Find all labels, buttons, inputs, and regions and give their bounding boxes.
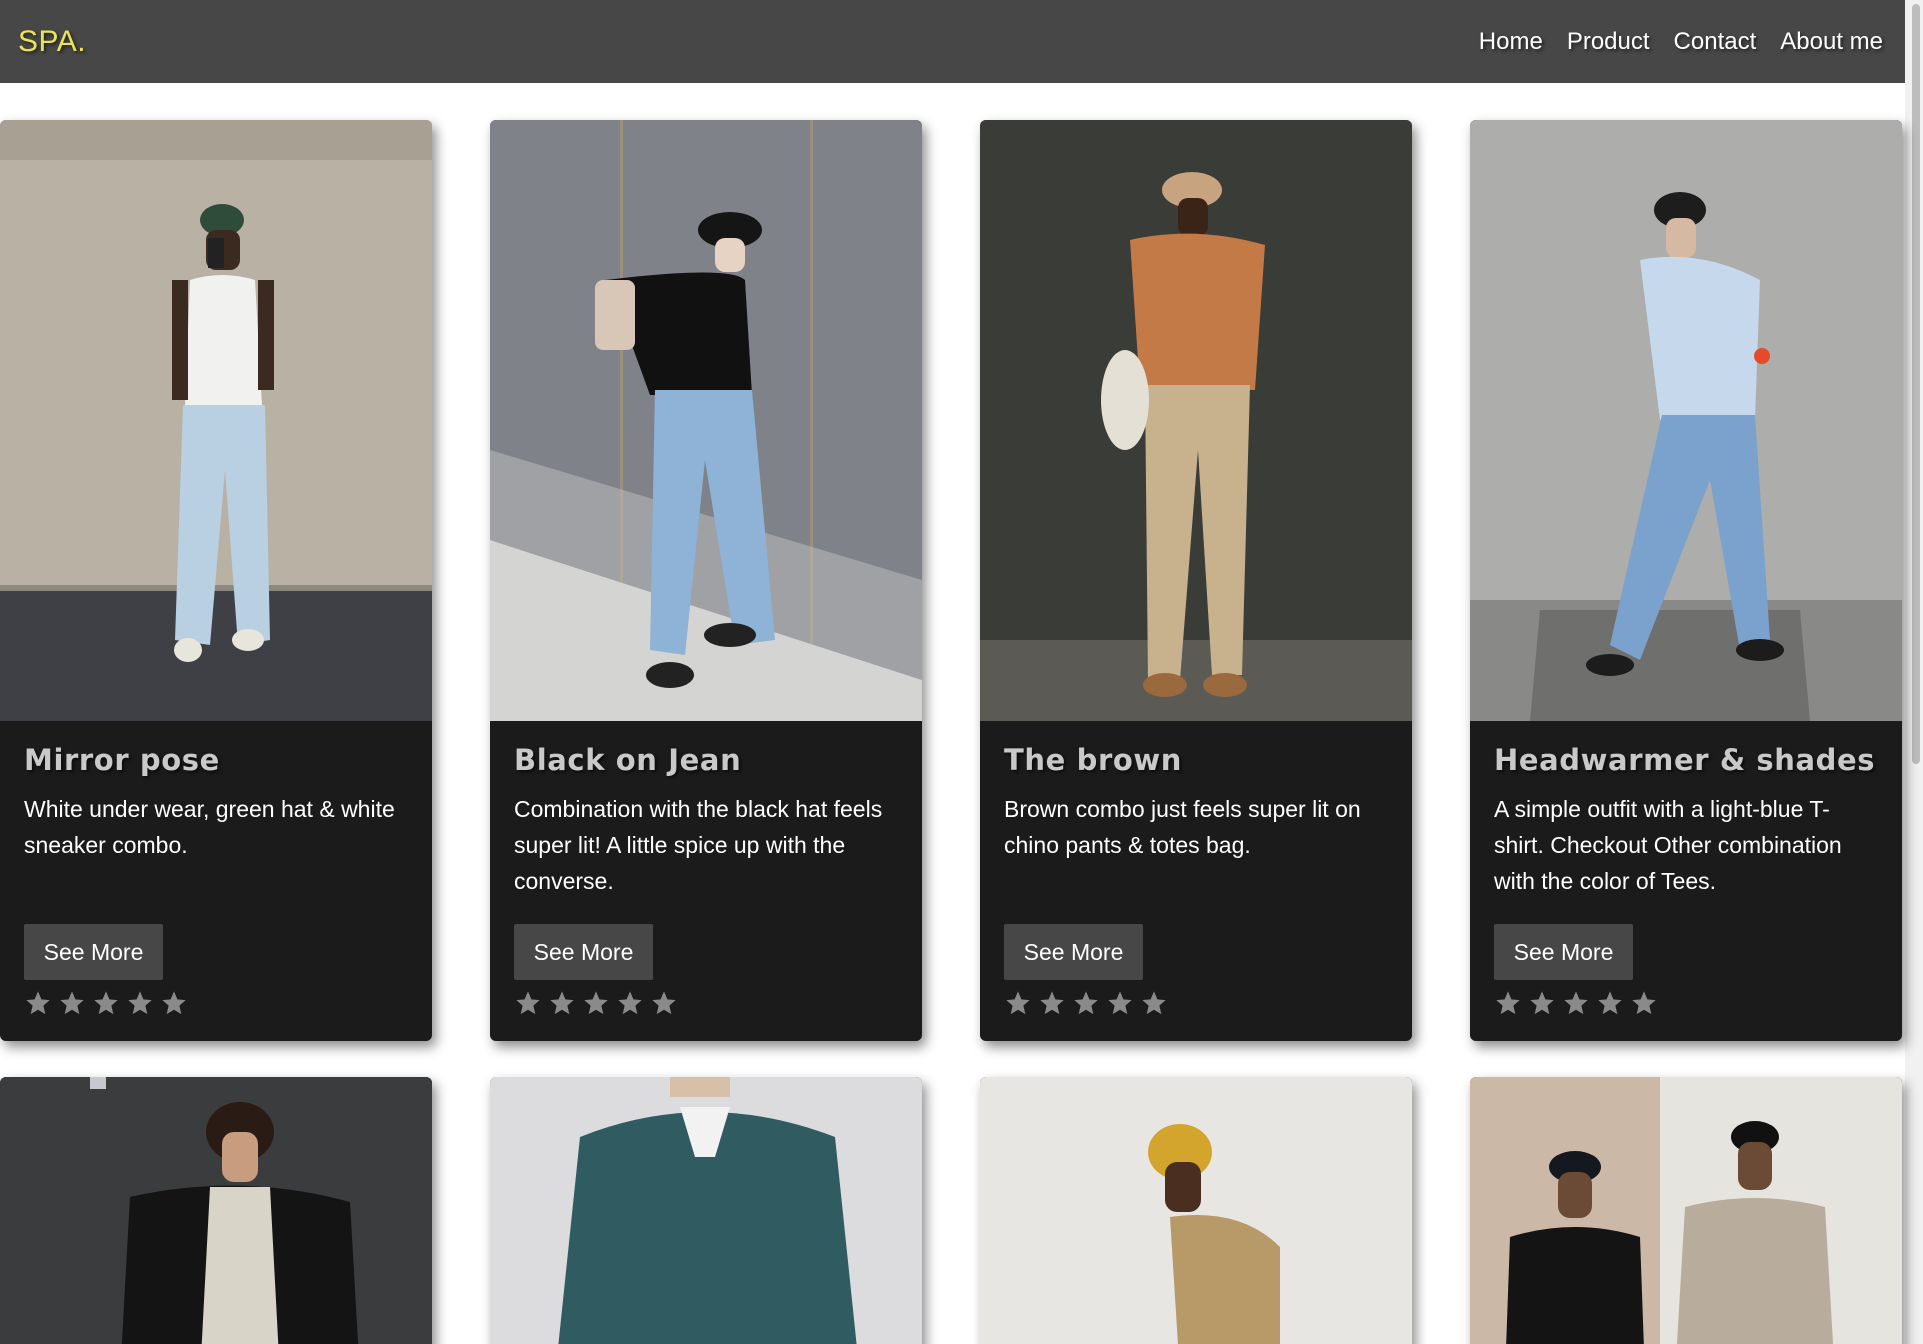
page-scrollbar[interactable] [1905,0,1923,1344]
card-title: Mirror pose [24,743,220,777]
product-card: Black on Jean Combination with the black… [490,120,922,1041]
product-photo-black-puffer [0,1077,432,1344]
star-icon[interactable] [1494,989,1522,1017]
star-icon[interactable] [650,989,678,1017]
card-title: Black on Jean [514,743,742,777]
card-title: The brown [1004,743,1183,777]
navbar: SPA. Home Product Contact About me [0,0,1905,83]
star-icon[interactable] [1072,989,1100,1017]
star-icon[interactable] [1038,989,1066,1017]
see-more-button[interactable]: See More [24,924,163,980]
product-card [0,1077,432,1344]
nav-link-about-me[interactable]: About me [1780,28,1883,56]
see-more-button[interactable]: See More [514,924,653,980]
product-card [490,1077,922,1344]
brand-logo[interactable]: SPA. [18,25,86,59]
card-title: Headwarmer & shades [1494,743,1876,777]
scrollbar-thumb[interactable] [1912,4,1920,764]
star-icon[interactable] [1562,989,1590,1017]
star-icon[interactable] [548,989,576,1017]
product-card: The brown Brown combo just feels super l… [980,120,1412,1041]
star-icon[interactable] [1528,989,1556,1017]
card-body: The brown Brown combo just feels super l… [980,721,1412,1041]
star-rating [24,989,188,1017]
product-photo-teal-polo [490,1077,922,1344]
star-rating [514,989,678,1017]
star-icon[interactable] [160,989,188,1017]
nav-link-contact[interactable]: Contact [1674,28,1757,56]
star-icon[interactable] [1596,989,1624,1017]
product-photo-mustard-beanie [980,1077,1412,1344]
card-body: Black on Jean Combination with the black… [490,721,922,1041]
star-icon[interactable] [24,989,52,1017]
nav-links: Home Product Contact About me [1479,28,1883,56]
star-rating [1004,989,1168,1017]
star-icon[interactable] [1004,989,1032,1017]
star-icon[interactable] [92,989,120,1017]
see-more-button[interactable]: See More [1494,924,1633,980]
product-card: Headwarmer & shades A simple outfit with… [1470,120,1902,1041]
nav-link-product[interactable]: Product [1567,28,1650,56]
product-photo-black-on-jean [490,120,922,721]
star-rating [1494,989,1658,1017]
star-icon[interactable] [616,989,644,1017]
card-description: A simple outfit with a light-blue T-shir… [1494,796,1842,894]
product-photo-headwarmer-shades [1470,120,1902,721]
card-description: White under wear, green hat & white snea… [24,796,395,858]
star-icon[interactable] [1106,989,1134,1017]
star-icon[interactable] [1630,989,1658,1017]
product-photo-mirror-pose [0,120,432,721]
card-body: Mirror pose White under wear, green hat … [0,721,432,1041]
card-description: Brown combo just feels super lit on chin… [1004,796,1361,858]
star-icon[interactable] [582,989,610,1017]
product-photo-two-men [1470,1077,1902,1344]
star-icon[interactable] [58,989,86,1017]
card-body: Headwarmer & shades A simple outfit with… [1470,721,1902,1041]
star-icon[interactable] [126,989,154,1017]
product-card: Mirror pose White under wear, green hat … [0,120,432,1041]
product-card [980,1077,1412,1344]
nav-link-home[interactable]: Home [1479,28,1543,56]
product-card [1470,1077,1902,1344]
star-icon[interactable] [514,989,542,1017]
card-description: Combination with the black hat feels sup… [514,796,883,894]
product-photo-the-brown [980,120,1412,721]
see-more-button[interactable]: See More [1004,924,1143,980]
star-icon[interactable] [1140,989,1168,1017]
